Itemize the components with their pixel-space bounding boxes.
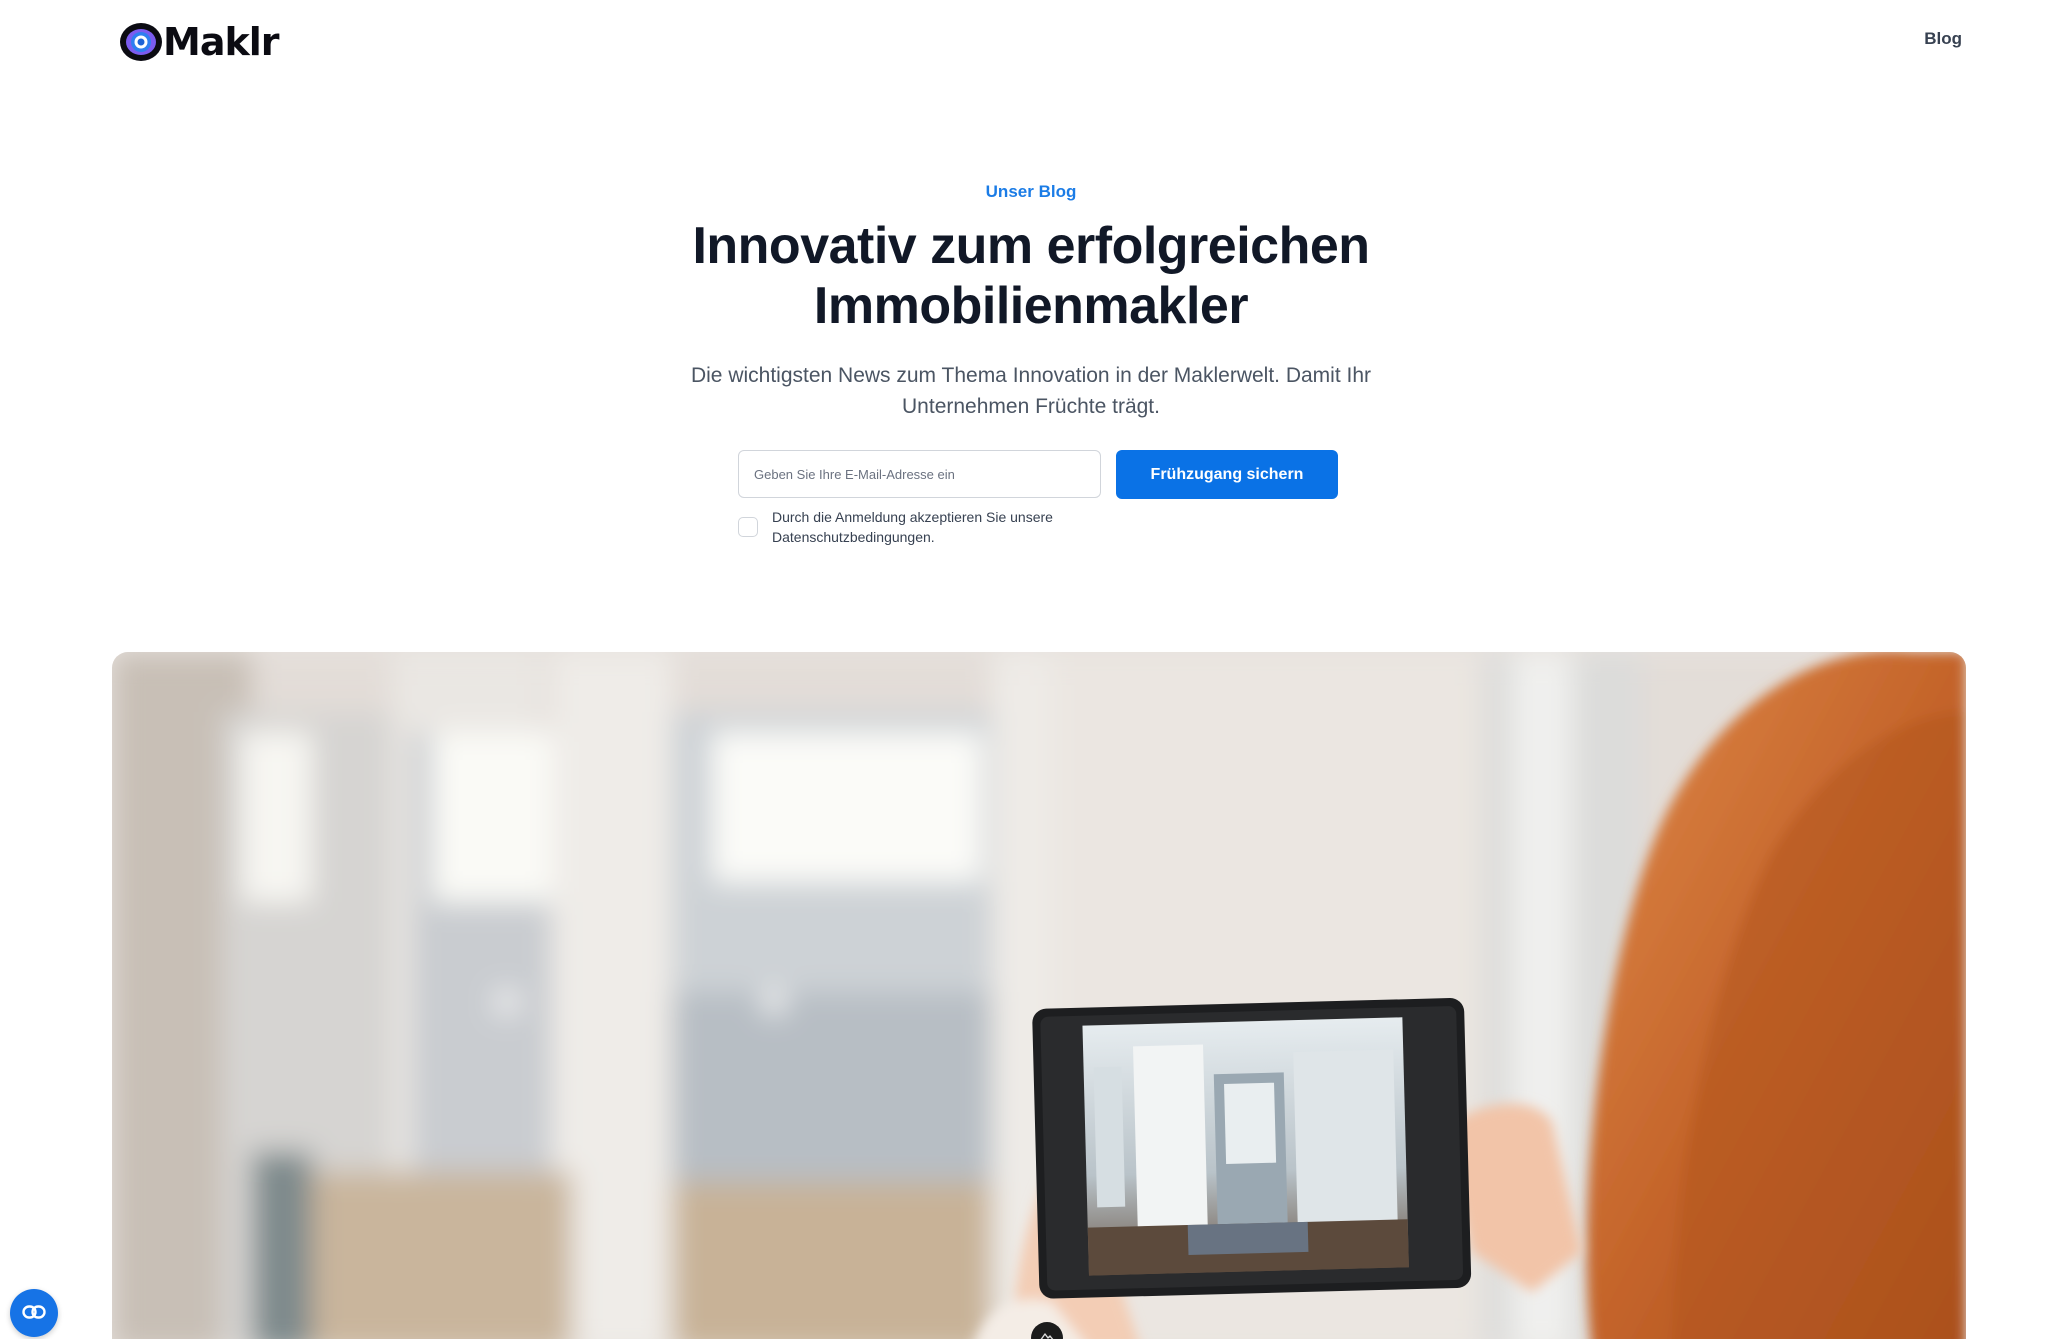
logo[interactable]: Maklr <box>119 18 279 66</box>
hero-subtext: Die wichtigsten News zum Thema Innovatio… <box>690 364 1372 418</box>
mountain-icon <box>1039 1329 1055 1339</box>
hero-section: Unser Blog Innovativ zum erfolgreichen I… <box>0 180 2062 422</box>
site-header: Maklr Blog <box>0 0 2062 82</box>
consent-label: Durch die Anmeldung akzeptieren Sie unse… <box>772 509 1053 545</box>
link-icon <box>22 1304 46 1322</box>
page-title: Innovativ zum erfolgreichen Immobilienma… <box>692 217 1370 335</box>
link-fab-button[interactable] <box>10 1289 58 1337</box>
eye-logo-icon <box>119 18 167 66</box>
early-access-button[interactable]: Frühzugang sichern <box>1116 450 1338 499</box>
signup-form: Frühzugang sichern Durch die Anmeldung a… <box>738 450 1338 570</box>
consent-checkbox[interactable] <box>738 517 758 537</box>
hero-photo <box>112 652 1966 1339</box>
nav-link-blog[interactable]: Blog <box>1924 29 1962 49</box>
email-field[interactable] <box>738 450 1101 498</box>
hero-eyebrow: Unser Blog <box>985 182 1077 201</box>
logo-text: Maklr <box>163 20 279 64</box>
